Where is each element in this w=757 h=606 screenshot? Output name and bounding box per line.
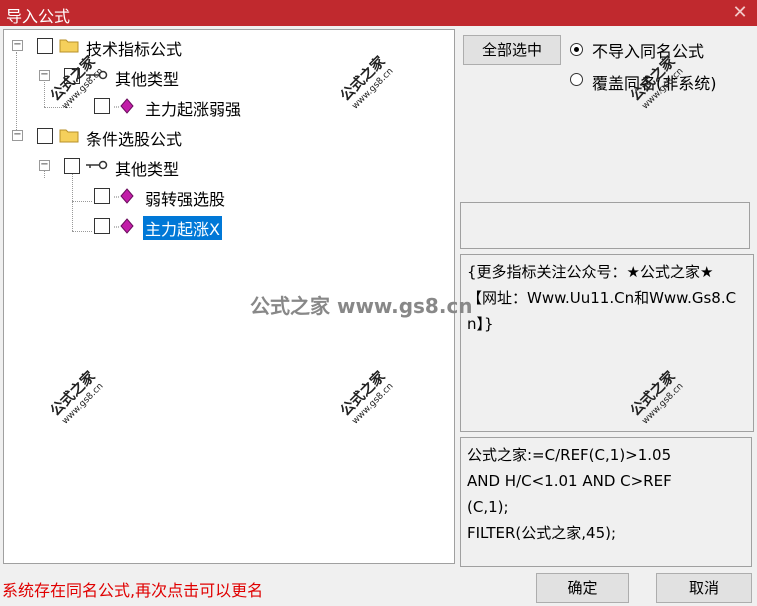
collapse-icon[interactable]: − xyxy=(12,130,23,141)
formula-gem-icon xyxy=(114,98,134,114)
key-icon xyxy=(86,160,108,170)
folder-icon xyxy=(59,129,79,143)
tree-node-formula[interactable]: 主力起涨弱强 xyxy=(4,95,304,119)
tree-node-other-types[interactable]: − 其他类型 xyxy=(4,155,304,179)
formula-line: 公式之家:=C/REF(C,1)>1.05 xyxy=(467,446,672,464)
formula-line: FILTER(公式之家,45); xyxy=(467,524,617,542)
checkbox[interactable] xyxy=(64,158,80,174)
description-text: {更多指标关注公众号：★公式之家★ 【网址：Www.Uu11.Cn和Www.Gs… xyxy=(467,263,737,333)
radio-overwrite[interactable] xyxy=(570,73,583,86)
close-icon[interactable]: ✕ xyxy=(727,1,753,25)
collapse-icon[interactable]: − xyxy=(39,70,50,81)
select-all-button[interactable]: 全部选中 xyxy=(463,35,561,65)
cancel-button[interactable]: 取消 xyxy=(656,573,752,603)
tree-node-stock-selection[interactable]: − 条件选股公式 xyxy=(4,125,304,149)
tree-node-label: 条件选股公式 xyxy=(86,130,183,149)
formula-source-box[interactable]: 公式之家:=C/REF(C,1)>1.05 AND H/C<1.01 AND C… xyxy=(460,437,752,567)
folder-icon xyxy=(59,39,79,53)
checkbox[interactable] xyxy=(37,128,53,144)
description-box: {更多指标关注公众号：★公式之家★ 【网址：Www.Uu11.Cn和Www.Gs… xyxy=(460,254,754,432)
window-title: 导入公式 xyxy=(6,7,71,26)
empty-panel xyxy=(460,202,750,249)
ok-button[interactable]: 确定 xyxy=(536,573,629,603)
tree-node-formula-selected[interactable]: 主力起涨X xyxy=(4,215,304,240)
collapse-icon[interactable]: − xyxy=(12,40,23,51)
key-icon xyxy=(86,70,108,80)
tree-node-formula[interactable]: 弱转强选股 xyxy=(4,185,304,209)
tree-node-label: 主力起涨弱强 xyxy=(145,100,242,119)
tree-node-label: 技术指标公式 xyxy=(86,40,183,59)
tree-node-other-types[interactable]: − 其他类型 xyxy=(4,65,304,89)
checkbox[interactable] xyxy=(94,188,110,204)
formula-gem-icon xyxy=(114,218,134,234)
radio-label: 不导入同名公式 xyxy=(592,42,705,61)
title-bar: 导入公式 ✕ xyxy=(0,0,757,26)
collapse-icon[interactable]: − xyxy=(39,160,50,171)
checkbox[interactable] xyxy=(94,98,110,114)
formula-line: AND H/C<1.01 AND C>REF xyxy=(467,472,672,490)
radio-no-import[interactable] xyxy=(570,43,583,56)
status-message: 系统存在同名公式,再次点击可以更名 xyxy=(2,581,264,600)
formula-tree[interactable]: − 技术指标公式 − 其他类型 主力起涨弱强 − 条件选股公式 − 其他类型 弱… xyxy=(3,29,455,564)
tree-node-label: 其他类型 xyxy=(115,160,180,179)
tree-node-label: 其他类型 xyxy=(115,70,180,89)
checkbox[interactable] xyxy=(94,218,110,234)
tree-node-label: 弱转强选股 xyxy=(145,190,226,209)
checkbox[interactable] xyxy=(64,68,80,84)
checkbox[interactable] xyxy=(37,38,53,54)
formula-line: (C,1); xyxy=(467,498,509,516)
radio-label: 覆盖同名(非系统) xyxy=(592,74,717,93)
tree-node-label: 主力起涨X xyxy=(143,216,222,240)
tree-node-tech-indicators[interactable]: − 技术指标公式 xyxy=(4,35,304,59)
formula-gem-icon xyxy=(114,188,134,204)
